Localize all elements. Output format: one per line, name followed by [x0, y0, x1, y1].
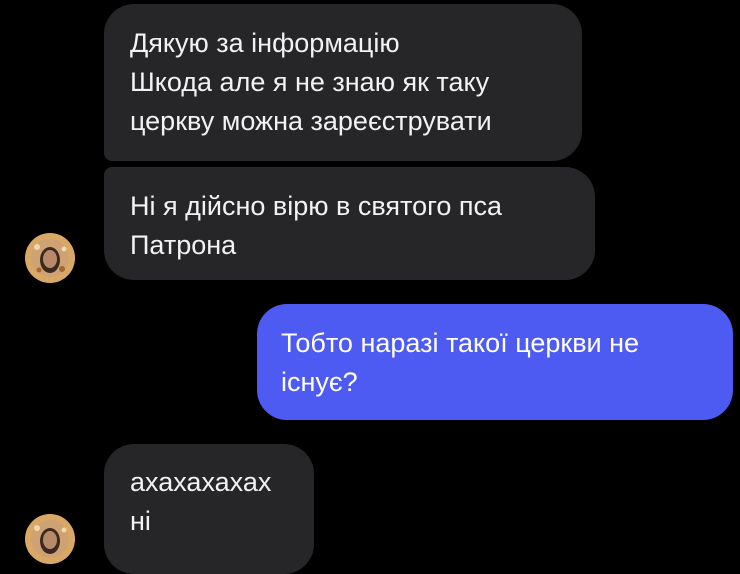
- incoming-message-bubble[interactable]: Ні я дійсно вірю в святого пса Патрона: [104, 167, 595, 280]
- incoming-message-bubble[interactable]: ахахахахах ні: [104, 444, 314, 574]
- incoming-message-bubble[interactable]: Дякую за інформацію Шкода але я не знаю …: [104, 4, 582, 161]
- contact-avatar-icon[interactable]: [25, 514, 75, 564]
- contact-avatar-icon[interactable]: [25, 233, 75, 283]
- outgoing-message-bubble[interactable]: Тобто наразі такої церкви не існує?: [257, 304, 733, 420]
